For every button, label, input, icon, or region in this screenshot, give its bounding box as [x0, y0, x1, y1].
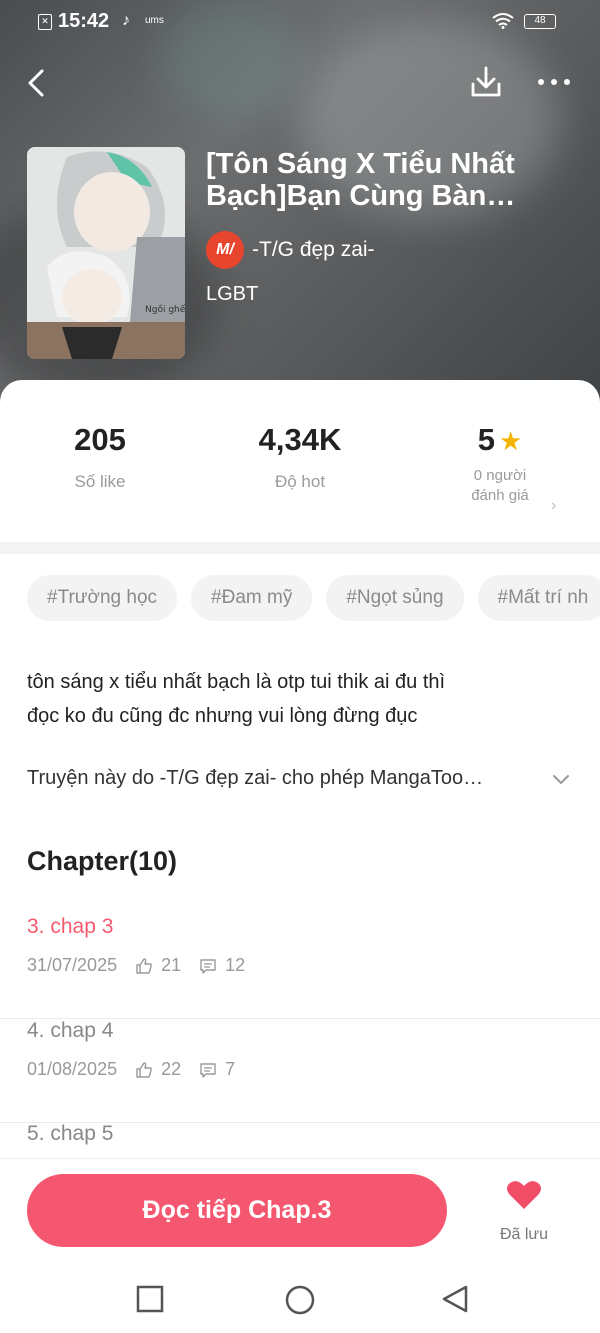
sim-icon: ✕: [38, 13, 52, 30]
tag-item[interactable]: #Đam mỹ: [191, 575, 313, 621]
clock: 15:42: [58, 10, 110, 32]
chapter-date: 31/07/2025: [27, 955, 118, 975]
tag-list: #Trường học #Đam mỹ #Ngọt sủng #Mất trí …: [27, 575, 600, 621]
likes-value: 205: [74, 422, 126, 457]
circle-icon[interactable]: [284, 1284, 316, 1316]
back-arrow-icon[interactable]: [22, 66, 54, 100]
tag-item[interactable]: #Ngọt sủng: [326, 575, 464, 621]
heart-icon: [507, 1181, 541, 1209]
status-bar: ✕ 15:42 ♪ ums 48: [0, 0, 600, 46]
system-nav-bar: [0, 1268, 600, 1333]
chapter-meta: 31/07/2025 21 12: [27, 955, 245, 976]
author-row[interactable]: M/ -T/G đẹp zai-: [206, 231, 375, 269]
chapter-heading: Chapter(10): [27, 846, 178, 876]
square-icon[interactable]: [135, 1284, 165, 1314]
rating-value-row: 5 ★: [400, 420, 600, 460]
bottom-action-bar: Đọc tiếp Chap.3 Đã lưu: [0, 1158, 600, 1268]
download-icon[interactable]: [468, 64, 504, 100]
cover-caption: Ngồi ghế: [145, 304, 185, 315]
stat-likes: 205 Số like: [0, 420, 200, 492]
top-nav: [0, 60, 600, 106]
hot-value: 4,34K: [258, 422, 342, 457]
likes-label: Số like: [74, 472, 126, 491]
chapter-title: 3. chap 3: [27, 915, 114, 938]
comment-icon: [200, 1062, 216, 1078]
wifi-icon: [492, 13, 514, 29]
chapter-title: 5. chap 5: [27, 1122, 114, 1145]
battery-icon: 48: [524, 13, 556, 29]
comic-title: [Tôn Sáng X Tiểu Nhất Bạch]Bạn Cùng Bàn …: [206, 148, 515, 212]
author-name: -T/G đẹp zai-: [252, 238, 375, 261]
rating-label: 0 người đánh giá: [400, 466, 600, 506]
rating-label-line2: đánh giá: [471, 487, 529, 504]
chapter-comments: 12: [225, 955, 246, 975]
chapter-item[interactable]: 4. chap 4 01/08/2025 22 7: [0, 1019, 600, 1123]
status-time: ✕ 15:42: [38, 10, 109, 33]
carrier-label: ums: [145, 15, 164, 26]
continue-reading-button[interactable]: Đọc tiếp Chap.3: [27, 1174, 447, 1247]
cover-illustration: Ngồi ghế: [27, 147, 185, 359]
description-line: đọc ko đu cũng đc nhưng vui lòng đừng đụ…: [27, 705, 418, 727]
chapter-likes: 21: [161, 955, 182, 975]
rating-label-line1: 0 người: [473, 467, 527, 484]
chapter-title: 4. chap 4: [27, 1019, 114, 1042]
chapter-item[interactable]: 3. chap 3 31/07/2025 21 12: [0, 915, 600, 1019]
chevron-right-icon[interactable]: ›: [551, 497, 556, 515]
chapter-comments: 7: [225, 1059, 236, 1079]
section-divider: [0, 542, 600, 554]
detail-card: 205 Số like 4,34K Độ hot 5 ★ 0 người đánh…: [0, 380, 600, 1160]
cover-image[interactable]: Ngồi ghế: [27, 147, 185, 359]
status-icons: 48: [492, 13, 556, 29]
triangle-back-icon[interactable]: [440, 1284, 470, 1314]
thumb-up-icon: [136, 1061, 152, 1078]
comment-icon: [200, 958, 216, 974]
stats-row: 205 Số like 4,34K Độ hot 5 ★ 0 người đánh…: [0, 420, 600, 530]
author-logo: M/: [206, 231, 244, 269]
genre-label[interactable]: LGBT: [206, 283, 258, 306]
tiktok-icon: ♪: [122, 12, 130, 29]
saved-button[interactable]: Đã lưu: [490, 1179, 558, 1244]
tag-item[interactable]: #Trường học: [27, 575, 178, 621]
chapter-meta: 01/08/2025 22 7: [27, 1059, 235, 1080]
description: tôn sáng x tiểu nhất bạch là otp tui thi…: [27, 665, 577, 733]
rating-value: 5: [477, 422, 495, 457]
saved-label: Đã lưu: [499, 1226, 549, 1243]
chapter-date: 01/08/2025: [27, 1059, 118, 1079]
tag-item[interactable]: #Mất trí nh: [477, 575, 600, 621]
hot-label: Độ hot: [274, 472, 326, 491]
stat-rating[interactable]: 5 ★ 0 người đánh giá: [400, 420, 600, 506]
star-icon: ★: [498, 426, 523, 456]
chevron-down-icon[interactable]: [551, 770, 571, 790]
thumb-up-icon: [136, 957, 152, 974]
permission-text[interactable]: Truyện này do -T/G đẹp zai- cho phép Man…: [27, 767, 557, 790]
description-line: tôn sáng x tiểu nhất bạch là otp tui thi…: [27, 671, 446, 693]
chapter-item[interactable]: 5. chap 5: [0, 1122, 600, 1160]
stat-hot: 4,34K Độ hot: [200, 420, 400, 492]
chapter-likes: 22: [161, 1059, 182, 1079]
more-icon[interactable]: [534, 66, 574, 98]
